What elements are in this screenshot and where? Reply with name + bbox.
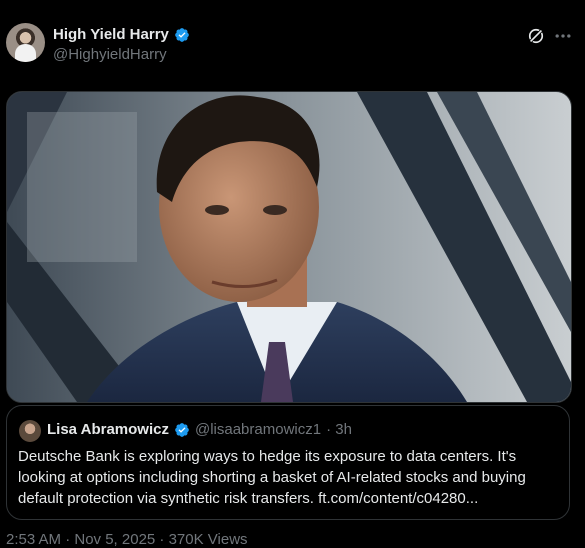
tweet-media-photo[interactable] <box>6 91 572 403</box>
quoted-author-row: Lisa Abramowicz @lisaabramowicz1 · 3h <box>47 421 352 438</box>
quoted-avatar <box>19 420 41 442</box>
author-name-row: High Yield Harry <box>53 26 190 43</box>
author-handle[interactable]: @HighyieldHarry <box>53 46 167 63</box>
verified-badge-icon <box>175 27 189 42</box>
verified-badge-icon <box>175 422 189 437</box>
quoted-link[interactable]: ft.com/content/c04280... <box>318 490 478 507</box>
quoted-timestamp: · 3h <box>326 421 352 438</box>
more-icon[interactable] <box>552 26 574 46</box>
avatar[interactable] <box>6 23 45 62</box>
tweet-header: High Yield Harry @HighyieldHarry <box>0 0 585 80</box>
quoted-display-name: Lisa Abramowicz <box>47 421 169 438</box>
grok-icon[interactable] <box>526 26 546 46</box>
quoted-text: Deutsche Bank is exploring ways to hedge… <box>18 446 558 509</box>
quoted-tweet[interactable]: Lisa Abramowicz @lisaabramowicz1 · 3h De… <box>6 405 570 520</box>
tweet-timestamp-footer: 2:53 AM · Nov 5, 2025 · 370K Views <box>6 531 248 548</box>
photo-illustration <box>7 92 571 402</box>
display-name[interactable]: High Yield Harry <box>53 26 169 43</box>
quoted-handle: @lisaabramowicz1 <box>194 421 322 438</box>
